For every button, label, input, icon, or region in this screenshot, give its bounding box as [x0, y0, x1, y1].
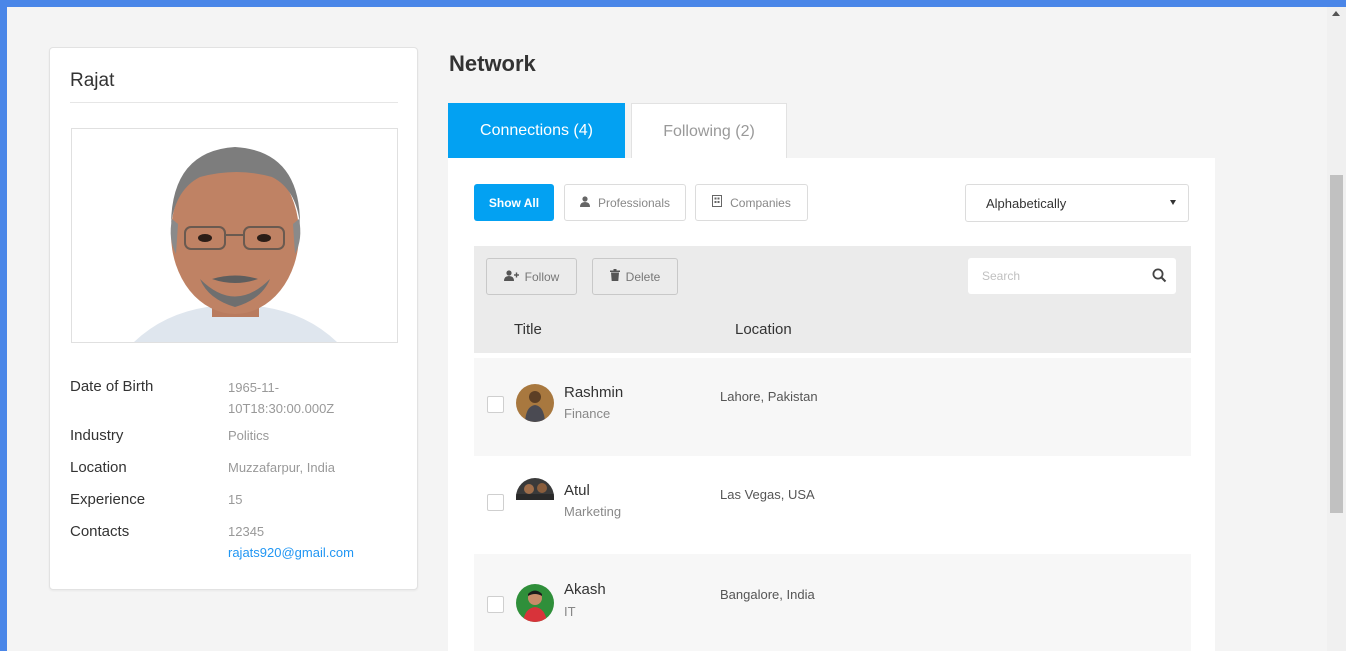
table-header: Title Location	[474, 308, 1191, 353]
follow-button[interactable]: Follow	[486, 258, 577, 295]
search-input[interactable]	[968, 258, 1176, 294]
delete-label: Delete	[625, 269, 661, 284]
sort-select[interactable]: Alphabetically	[965, 184, 1189, 222]
row-location: Las Vegas, USA	[720, 487, 815, 502]
table-row[interactable]: Atul Marketing Las Vegas, USA	[474, 456, 1191, 554]
dob-label: Date of Birth	[70, 378, 154, 395]
profile-card: Rajat Date of Birth 1965-11- 10T18:30:00…	[49, 47, 418, 590]
page-scrollbar[interactable]	[1327, 7, 1346, 651]
companies-label: Companies	[730, 195, 791, 210]
sort-select-value: Alphabetically	[986, 195, 1067, 211]
column-location: Location	[735, 321, 792, 338]
profile-name: Rajat	[70, 70, 115, 91]
dob-value: 1965-11- 10T18:30:00.000Z	[228, 377, 334, 419]
column-title: Title	[514, 321, 542, 338]
experience-value: 15	[228, 492, 243, 507]
show-all-button[interactable]: Show All	[474, 184, 554, 221]
location-value: Muzzafarpur, India	[228, 460, 335, 475]
row-checkbox[interactable]	[487, 396, 504, 413]
chevron-down-icon	[1170, 200, 1176, 205]
row-industry: IT	[564, 604, 576, 619]
avatar	[516, 584, 554, 622]
app-frame: Rajat Date of Birth 1965-11- 10T18:30:00…	[0, 0, 1346, 651]
industry-value: Politics	[228, 428, 270, 443]
avatar	[516, 384, 554, 422]
connections-panel: Show All Professionals Companies Alphabe…	[448, 158, 1215, 651]
tab-following[interactable]: Following (2)	[631, 103, 787, 160]
network-title: Network	[449, 51, 536, 76]
avatar	[516, 478, 554, 500]
experience-label: Experience	[70, 491, 146, 508]
email-link[interactable]: rajats920@gmail.com	[228, 542, 354, 563]
row-industry: Finance	[564, 406, 611, 421]
table-row[interactable]: Rashmin Finance Lahore, Pakistan	[474, 358, 1191, 456]
row-checkbox[interactable]	[487, 494, 504, 511]
tab-connections[interactable]: Connections (4)	[448, 103, 625, 159]
contacts-value: 12345	[228, 524, 265, 539]
row-checkbox[interactable]	[487, 596, 504, 613]
row-name: Atul	[564, 482, 590, 499]
profile-photo	[71, 128, 398, 343]
building-icon	[712, 195, 723, 210]
table-row[interactable]: Akash IT Bangalore, India	[474, 554, 1191, 651]
professionals-button[interactable]: Professionals	[564, 184, 686, 221]
follow-label: Follow	[524, 269, 560, 284]
profile-divider	[70, 102, 398, 103]
row-location: Lahore, Pakistan	[720, 389, 818, 404]
row-name: Akash	[564, 581, 606, 598]
contacts-label: Contacts	[70, 523, 130, 540]
scrollbar-thumb[interactable]	[1330, 175, 1343, 513]
search-icon[interactable]	[1152, 268, 1167, 283]
industry-label: Industry	[70, 427, 124, 444]
dob-value-line2: 10T18:30:00.000Z	[228, 401, 335, 416]
dob-value-line1: 1965-11-	[228, 380, 280, 395]
row-industry: Marketing	[564, 504, 622, 519]
row-location: Bangalore, India	[720, 587, 815, 602]
trash-icon	[609, 269, 620, 284]
companies-button[interactable]: Companies	[695, 184, 808, 221]
row-name: Rashmin	[564, 384, 624, 401]
connections-toolbar: Follow Delete	[474, 246, 1191, 308]
location-label: Location	[70, 459, 127, 476]
profile-photo-image	[72, 129, 397, 342]
add-user-icon	[503, 269, 519, 284]
user-icon	[579, 195, 590, 210]
delete-button[interactable]: Delete	[592, 258, 678, 295]
professionals-label: Professionals	[597, 195, 671, 210]
scroll-up-icon[interactable]	[1332, 11, 1340, 16]
